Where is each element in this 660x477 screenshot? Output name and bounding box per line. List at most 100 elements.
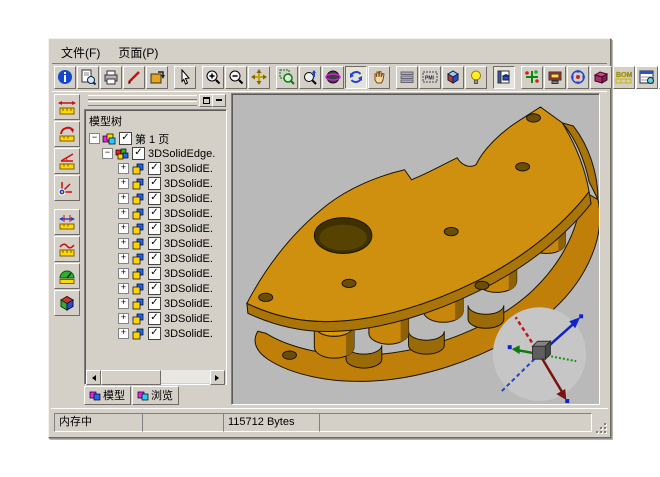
- visibility-checkbox[interactable]: ✓: [148, 297, 161, 310]
- measure-volume-button[interactable]: [54, 290, 80, 316]
- tree-label: 3DSolidE.: [164, 193, 213, 205]
- view-manager-button[interactable]: [493, 66, 515, 89]
- export-icon: [149, 69, 165, 85]
- visibility-checkbox[interactable]: ✓: [148, 312, 161, 325]
- dynamic-zoom-button[interactable]: [299, 66, 321, 89]
- print-preview-button[interactable]: [77, 66, 99, 89]
- tree-row-page[interactable]: − ✓ 第 1 页: [85, 131, 226, 146]
- tree-row-part[interactable]: + ✓ 3DSolidE.: [85, 221, 226, 236]
- display-style-button[interactable]: [396, 66, 418, 89]
- expand-icon[interactable]: +: [118, 328, 129, 339]
- tree-row-part[interactable]: + ✓ 3DSolidE.: [85, 326, 226, 341]
- report-table-button[interactable]: [636, 66, 658, 89]
- solid-model-button[interactable]: [590, 66, 612, 89]
- viewport[interactable]: [231, 93, 600, 405]
- zoom-in-button[interactable]: [202, 66, 224, 89]
- app-window: 文件(F) 页面(P) PMI BOM: [48, 38, 611, 438]
- visibility-checkbox[interactable]: ✓: [148, 267, 161, 280]
- visibility-checkbox[interactable]: ✓: [148, 327, 161, 340]
- expand-icon[interactable]: +: [118, 283, 129, 294]
- tree-row-part[interactable]: + ✓ 3DSolidE.: [85, 266, 226, 281]
- status-bar: 内存中 115712 Bytes: [51, 408, 608, 435]
- visibility-checkbox[interactable]: ✓: [119, 132, 132, 145]
- refresh-view-button[interactable]: [345, 66, 367, 89]
- pmi-button[interactable]: PMI: [419, 66, 441, 89]
- tree-row-part[interactable]: + ✓ 3DSolidE.: [85, 161, 226, 176]
- visibility-checkbox[interactable]: ✓: [148, 207, 161, 220]
- collapse-icon[interactable]: −: [102, 148, 113, 159]
- tree-label: 3DSolidEdge.: [148, 148, 215, 160]
- tree-row-part[interactable]: + ✓ 3DSolidE.: [85, 176, 226, 191]
- tab-model[interactable]: 模型: [84, 386, 131, 405]
- expand-icon[interactable]: +: [118, 298, 129, 309]
- select-button[interactable]: [174, 66, 196, 89]
- expand-icon[interactable]: +: [118, 268, 129, 279]
- expand-icon[interactable]: +: [118, 163, 129, 174]
- annotate-button[interactable]: [123, 66, 145, 89]
- visibility-checkbox[interactable]: ✓: [148, 237, 161, 250]
- tree-row-part[interactable]: + ✓ 3DSolidE.: [85, 206, 226, 221]
- scroll-right-button[interactable]: [210, 370, 225, 385]
- tree-row-assembly[interactable]: − ✓ 3DSolidEdge.: [85, 146, 226, 161]
- pan-hand-button[interactable]: [368, 66, 390, 89]
- lighting-button[interactable]: [465, 66, 487, 89]
- measure-curve-length-button[interactable]: [54, 236, 80, 262]
- panel-header[interactable]: [84, 94, 227, 107]
- info-button[interactable]: [54, 66, 76, 89]
- visibility-checkbox[interactable]: ✓: [148, 282, 161, 295]
- export-button[interactable]: [146, 66, 168, 89]
- print-button[interactable]: [100, 66, 122, 89]
- tree-row-part[interactable]: + ✓ 3DSolidE.: [85, 191, 226, 206]
- measure-area-button[interactable]: [54, 263, 80, 289]
- scroll-track[interactable]: [161, 370, 210, 383]
- rotate-around-button[interactable]: [567, 66, 589, 89]
- measure-angle-button[interactable]: [54, 148, 80, 174]
- expand-icon[interactable]: +: [118, 223, 129, 234]
- tree-row-part[interactable]: + ✓ 3DSolidE.: [85, 251, 226, 266]
- scroll-thumb[interactable]: [101, 370, 161, 385]
- panel-tabs: 模型 浏览: [84, 386, 180, 405]
- expand-icon[interactable]: +: [118, 238, 129, 249]
- dynamic-rotate-button[interactable]: [322, 66, 344, 89]
- measure-distance-button[interactable]: [54, 94, 80, 120]
- menu-file[interactable]: 文件(F): [52, 42, 109, 63]
- panel-restore-button[interactable]: [199, 94, 213, 107]
- measure-radius-button[interactable]: [54, 121, 80, 147]
- expand-icon[interactable]: +: [118, 208, 129, 219]
- panel-close-button[interactable]: [212, 94, 226, 107]
- tree-row-part[interactable]: + ✓ 3DSolidE.: [85, 311, 226, 326]
- visibility-checkbox[interactable]: ✓: [148, 162, 161, 175]
- tree-row-part[interactable]: + ✓ 3DSolidE.: [85, 296, 226, 311]
- visibility-checkbox[interactable]: ✓: [148, 177, 161, 190]
- tab-browse[interactable]: 浏览: [132, 386, 179, 405]
- visibility-checkbox[interactable]: ✓: [148, 222, 161, 235]
- tree-row-part[interactable]: + ✓ 3DSolidE.: [85, 281, 226, 296]
- panel-gripper[interactable]: [88, 95, 197, 100]
- visibility-checkbox[interactable]: ✓: [132, 147, 145, 160]
- menu-page[interactable]: 页面(P): [109, 42, 167, 63]
- measure-coordinate-button[interactable]: [54, 175, 80, 201]
- capture-image-button[interactable]: [544, 66, 566, 89]
- zoom-window-button[interactable]: [276, 66, 298, 89]
- zoom-out-button[interactable]: [225, 66, 247, 89]
- tree-row-part[interactable]: + ✓ 3DSolidE.: [85, 236, 226, 251]
- scroll-left-button[interactable]: [86, 370, 101, 385]
- tree-hscrollbar[interactable]: [86, 370, 225, 383]
- model-tools-button[interactable]: [521, 66, 543, 89]
- expand-icon[interactable]: +: [118, 178, 129, 189]
- lightbulb-icon: [468, 69, 484, 85]
- tree-label: 3DSolidE.: [164, 328, 213, 340]
- resize-grip[interactable]: [594, 421, 607, 434]
- visibility-checkbox[interactable]: ✓: [148, 252, 161, 265]
- panel-gripper[interactable]: [88, 101, 197, 106]
- expand-icon[interactable]: +: [118, 253, 129, 264]
- expand-icon[interactable]: +: [118, 193, 129, 204]
- measure-between-button[interactable]: [54, 209, 80, 235]
- expand-icon[interactable]: +: [118, 313, 129, 324]
- pan-move-button[interactable]: [248, 66, 270, 89]
- collapse-icon[interactable]: −: [89, 133, 100, 144]
- bom-button[interactable]: BOM: [613, 66, 635, 89]
- visibility-checkbox[interactable]: ✓: [148, 192, 161, 205]
- tree-label: 3DSolidE.: [164, 253, 213, 265]
- render-mode-button[interactable]: [442, 66, 464, 89]
